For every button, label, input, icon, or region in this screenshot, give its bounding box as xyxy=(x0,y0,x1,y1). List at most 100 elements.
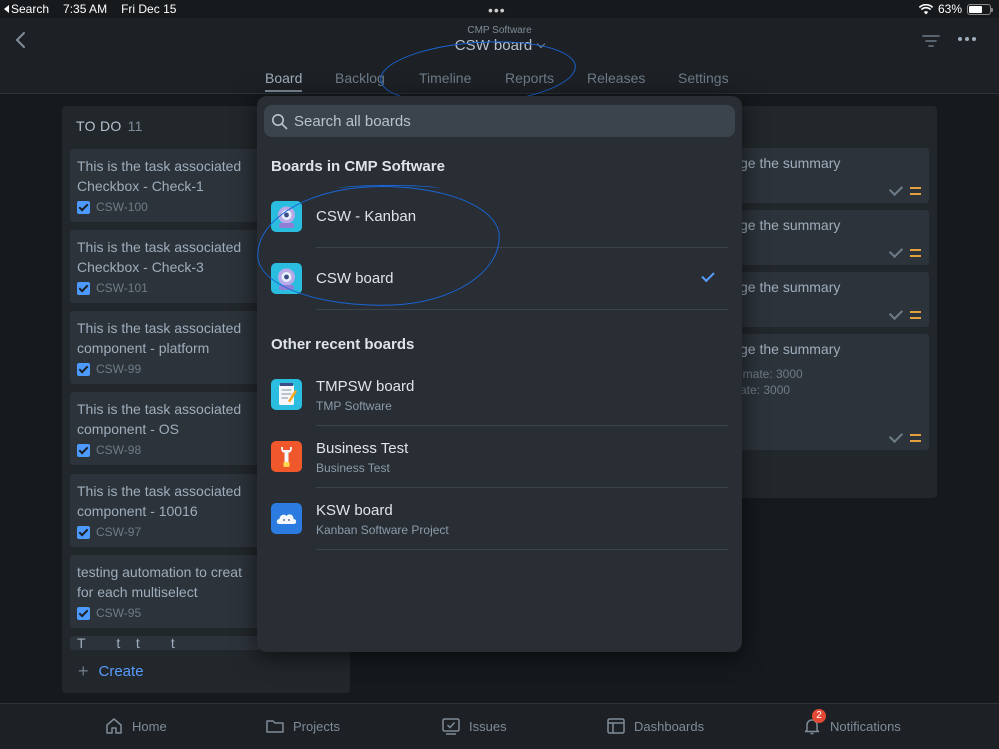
task-type-icon xyxy=(77,525,90,539)
card-key: CSW-99 xyxy=(77,362,141,376)
card-key-label: CSW-101 xyxy=(96,281,148,295)
card-summary: This is the task associated component - … xyxy=(77,483,242,519)
card-key-label: CSW-99 xyxy=(96,362,142,376)
bottom-nav: Home Projects Issues Dashboards Notifica… xyxy=(0,703,999,749)
card-key-label: CSW-97 xyxy=(96,525,142,539)
card-remaining-estimate: ate: 3000 xyxy=(740,383,791,397)
board-project: TMP Software xyxy=(316,399,392,413)
notepad-icon xyxy=(271,379,302,410)
tab-settings[interactable]: Settings xyxy=(678,70,729,86)
nav-dashboards[interactable]: Dashboards xyxy=(606,716,704,736)
back-triangle-icon xyxy=(4,5,9,13)
column-header: TO DO 11 xyxy=(76,118,143,134)
priority-medium-icon xyxy=(910,311,921,319)
folder-icon xyxy=(266,720,284,733)
card-summary: This is the task associated Checkbox - C… xyxy=(77,239,242,275)
column-count: 11 xyxy=(127,118,143,134)
tab-board[interactable]: Board xyxy=(265,70,303,92)
card-summary: testing automation to creat for each mul… xyxy=(77,564,242,600)
card-key-label: CSW-95 xyxy=(96,606,142,620)
nav-label: Projects xyxy=(293,718,340,734)
battery-icon xyxy=(967,3,993,15)
issue-card[interactable]: ge the summary xyxy=(720,148,929,203)
card-key-label: CSW-98 xyxy=(96,443,142,457)
board-project: Business Test xyxy=(316,461,390,475)
issues-icon xyxy=(442,718,460,735)
issue-card[interactable]: ge the summary imate: 3000 ate: 3000 xyxy=(720,334,929,450)
search-input[interactable] xyxy=(294,112,735,130)
card-summary: This is the task associated component - … xyxy=(77,401,242,437)
multitask-dots[interactable]: ••• xyxy=(488,2,506,18)
back-app-label: Search xyxy=(11,2,50,16)
status-time: 7:35 AM xyxy=(63,2,108,16)
card-key: CSW-97 xyxy=(77,525,141,539)
column-in-progress: ge the summary ge the summary ge the sum… xyxy=(720,106,937,498)
nav-projects[interactable]: Projects xyxy=(265,716,340,736)
robot-avatar-icon xyxy=(271,201,302,232)
board-switcher[interactable]: CSW board xyxy=(0,37,999,54)
check-icon xyxy=(888,428,904,444)
card-summary: ge the summary xyxy=(740,341,841,357)
column-title: TO DO xyxy=(76,118,122,134)
nav-label: Notifications xyxy=(830,718,901,734)
task-type-icon xyxy=(77,200,90,214)
priority-medium-icon xyxy=(910,434,921,442)
back-to-app[interactable]: Search xyxy=(4,2,49,16)
card-summary: ge the summary xyxy=(740,279,841,295)
board-project: Kanban Software Project xyxy=(316,523,449,537)
wifi-icon xyxy=(918,3,933,14)
board-title: CSW board xyxy=(454,37,533,54)
nav-issues[interactable]: Issues xyxy=(441,716,507,736)
card-summary: This is the task associated component - … xyxy=(77,320,242,356)
robot-avatar-icon xyxy=(271,263,302,294)
card-summary: This is the task associated Checkbox - C… xyxy=(77,158,242,194)
section-title-recent: Other recent boards xyxy=(271,336,415,353)
tab-reports[interactable]: Reports xyxy=(505,70,554,86)
nav-label: Issues xyxy=(469,718,507,734)
card-key: CSW-95 xyxy=(77,606,141,620)
board-row-business-test[interactable]: Business Test Business Test xyxy=(271,426,728,488)
search-box[interactable] xyxy=(264,105,735,137)
board-row-csw-board[interactable]: CSW board xyxy=(271,248,728,310)
project-subtitle: CMP Software xyxy=(467,25,532,36)
card-key-label: CSW-100 xyxy=(96,200,148,214)
notification-badge: 2 xyxy=(812,709,826,723)
board-row-csw-kanban[interactable]: CSW - Kanban xyxy=(271,186,728,248)
board-tabs: Board Backlog Timeline Reports Releases … xyxy=(0,68,999,94)
search-icon xyxy=(272,113,288,129)
more-icon[interactable] xyxy=(957,31,977,47)
board-header: CMP Software CSW board Board Backlog Tim… xyxy=(0,18,999,111)
section-title-project: Boards in CMP Software xyxy=(271,158,445,175)
card-key: CSW-98 xyxy=(77,443,141,457)
task-type-icon xyxy=(77,606,90,620)
row-divider xyxy=(316,549,728,550)
issue-card[interactable]: ge the summary xyxy=(720,272,929,327)
task-type-icon xyxy=(77,443,90,457)
board-switcher-popover: Boards in CMP Software CSW - Kanban CSW … xyxy=(254,96,742,652)
selected-check-icon xyxy=(701,268,715,283)
status-date: Fri Dec 15 xyxy=(121,2,177,16)
row-divider xyxy=(316,309,728,310)
tab-backlog[interactable]: Backlog xyxy=(335,70,385,86)
card-original-estimate: imate: 3000 xyxy=(740,367,803,381)
battery-percent: 63% xyxy=(937,2,962,16)
tab-releases[interactable]: Releases xyxy=(587,70,645,86)
priority-medium-icon xyxy=(910,187,921,195)
priority-medium-icon xyxy=(910,249,921,257)
nav-home[interactable]: Home xyxy=(104,716,167,736)
card-summary: ge the summary xyxy=(740,155,841,171)
card-key: CSW-101 xyxy=(77,281,148,295)
board-row-tmpsw-board[interactable]: TMPSW board TMP Software xyxy=(271,364,728,426)
filter-icon[interactable] xyxy=(922,33,940,49)
card-key: CSW-100 xyxy=(77,200,148,214)
task-type-icon xyxy=(77,362,90,376)
tab-timeline[interactable]: Timeline xyxy=(419,70,471,86)
issue-card[interactable]: ge the summary xyxy=(720,210,929,265)
wrench-icon xyxy=(271,441,302,472)
create-issue-button[interactable]: + Create xyxy=(78,661,144,682)
chevron-down-icon xyxy=(537,39,546,49)
task-type-icon xyxy=(77,281,90,295)
dashboard-icon xyxy=(607,718,625,734)
check-icon xyxy=(888,243,904,259)
board-row-ksw-board[interactable]: KSW board Kanban Software Project xyxy=(271,488,728,550)
